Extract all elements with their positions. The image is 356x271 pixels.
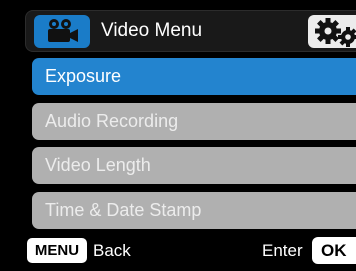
- enter-label: Enter: [262, 241, 303, 260]
- menu-header: Video Menu: [25, 10, 356, 52]
- ok-button[interactable]: OK: [312, 237, 356, 264]
- menu-item-label: Exposure: [45, 66, 122, 86]
- menu-title: Video Menu: [101, 20, 203, 41]
- settings-tab[interactable]: [308, 15, 356, 48]
- footer-bar: MENU Back Enter OK: [0, 232, 356, 271]
- back-label: Back: [93, 241, 131, 260]
- menu-item-label: Video Length: [45, 155, 151, 175]
- gears-icon: [308, 18, 356, 52]
- menu-button[interactable]: MENU: [27, 238, 87, 263]
- menu-item-audio-recording[interactable]: Audio Recording: [32, 103, 356, 140]
- video-camera-icon[interactable]: [34, 15, 90, 48]
- video-menu-screen: Video Menu Exposure Audio Recording Vide…: [0, 0, 356, 271]
- menu-item-time-date-stamp[interactable]: Time & Date Stamp: [32, 192, 356, 229]
- menu-item-label: Time & Date Stamp: [45, 200, 202, 220]
- menu-item-exposure[interactable]: Exposure: [32, 58, 356, 95]
- menu-item-label: Audio Recording: [45, 111, 179, 131]
- menu-item-video-length[interactable]: Video Length: [32, 147, 356, 184]
